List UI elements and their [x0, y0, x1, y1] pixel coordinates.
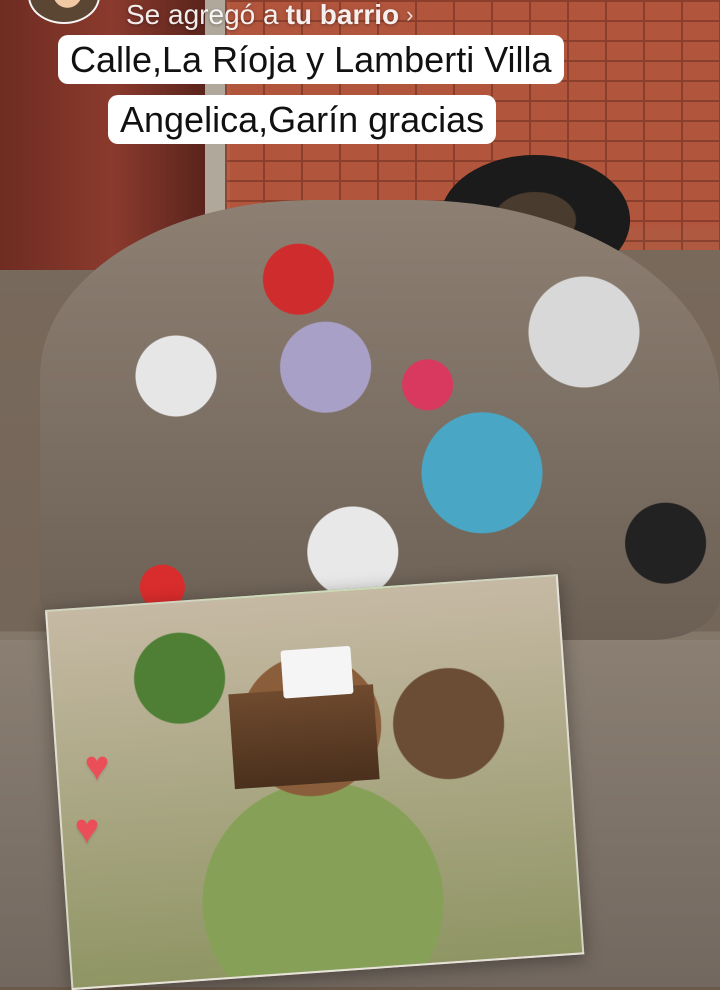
inset-photo [45, 574, 585, 990]
heart-icon: ♥ [84, 742, 110, 789]
story-background: Se agregó a tu barrio › Calle,La Ríoja y… [0, 0, 720, 990]
inset-box [228, 684, 380, 790]
story-location-highlight: tu barrio [285, 0, 400, 30]
caption-line-1: Calle,La Ríoja y Lamberti Villa [58, 35, 564, 85]
story-location-prefix: Se agregó a [126, 0, 279, 30]
chevron-right-icon: › [406, 2, 414, 27]
inset-cup [280, 645, 354, 699]
story-header: Se agregó a tu barrio › [0, 0, 720, 30]
heart-icon: ♥ [74, 805, 100, 852]
trash-pile [40, 200, 720, 640]
avatar[interactable] [28, 0, 100, 24]
caption-line-2: Angelica,Garín gracias [108, 95, 497, 145]
story-location-link[interactable]: Se agregó a tu barrio › [126, 0, 413, 30]
